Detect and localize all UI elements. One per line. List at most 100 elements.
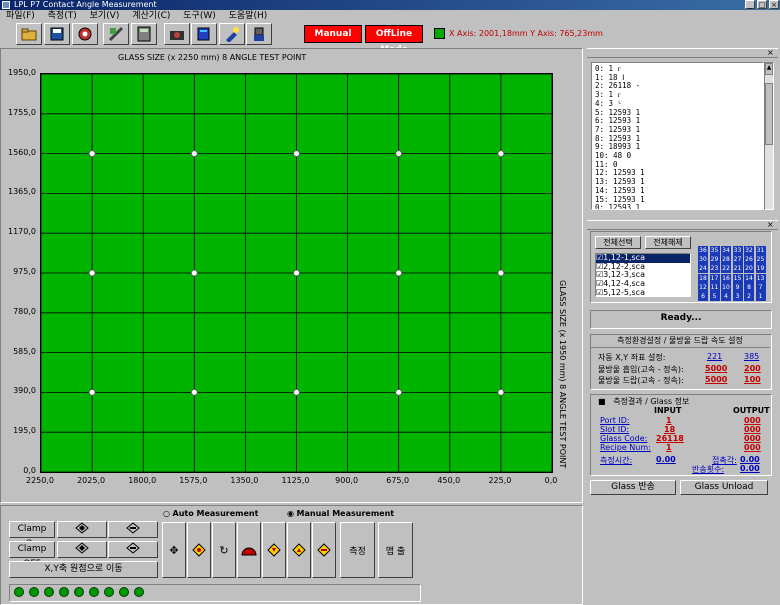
log-close-icon[interactable]: × (767, 48, 774, 57)
slot-number[interactable]: 4 (721, 292, 731, 301)
slot-number[interactable]: 33 (732, 246, 743, 255)
slot-number[interactable]: 34 (721, 246, 731, 255)
test-point[interactable] (293, 150, 300, 158)
test-point[interactable] (395, 269, 403, 277)
save-icon[interactable] (44, 23, 70, 45)
test-point[interactable] (395, 388, 403, 396)
manual-mode-button[interactable]: Manual (304, 25, 362, 43)
slot-number[interactable]: 23 (709, 264, 720, 274)
open-folder-icon[interactable] (16, 23, 42, 45)
slot-number[interactable]: 6 (698, 292, 708, 301)
y-setting-value[interactable]: 385 (744, 352, 759, 361)
drop-up-button[interactable] (312, 522, 336, 578)
test-point[interactable] (497, 388, 505, 396)
slot-number[interactable]: 9 (732, 282, 743, 292)
jog-down-button[interactable] (57, 541, 107, 558)
drop-in-low[interactable]: 200 (744, 364, 761, 373)
slot-number[interactable]: 3 (732, 292, 743, 301)
select-all-button[interactable]: 전체선택 (595, 236, 641, 249)
xy-move-button[interactable]: ✥ (162, 522, 186, 578)
slot-number[interactable]: 1 (755, 292, 766, 301)
slot-number[interactable]: 17 (709, 273, 720, 283)
slot-number[interactable]: 5 (709, 292, 720, 301)
calculator-icon[interactable] (131, 23, 157, 45)
drop-out-high[interactable]: 5000 (705, 375, 727, 384)
plot-area[interactable] (40, 73, 553, 473)
glass-return-button[interactable]: Glass 반송 (590, 480, 676, 495)
slot-number[interactable]: 21 (732, 264, 743, 274)
measure-button[interactable]: 측정 (340, 522, 375, 578)
clamp-on-button[interactable]: Clamp On (9, 521, 55, 549)
slot-number[interactable]: 11 (709, 282, 720, 292)
slot-number[interactable]: 8 (744, 282, 754, 292)
drop-in-high[interactable]: 5000 (705, 364, 727, 373)
test-point[interactable] (190, 269, 198, 277)
slot-item[interactable]: ☑5,12-5,sca (596, 288, 690, 296)
slot-number[interactable]: 29 (709, 255, 720, 265)
slot-number[interactable]: 20 (744, 264, 754, 274)
move-origin-button[interactable]: X,Y축 원점으로 이동 (9, 561, 158, 578)
test-point[interactable] (88, 269, 96, 277)
drop-out-button[interactable] (287, 522, 311, 578)
slot-number[interactable]: 26 (744, 255, 754, 265)
camera-icon[interactable] (164, 23, 190, 45)
offline-mode-button[interactable]: OffLine Mode (365, 25, 423, 55)
drop-in-button[interactable] (262, 522, 286, 578)
slot-list[interactable]: ☑1,12-1,sca ☑2,12-2,sca ☑3,12-3,sca ☑4,1… (595, 253, 691, 297)
jog-down-fast-button[interactable] (108, 541, 158, 558)
drop-position-button[interactable] (187, 522, 211, 578)
maximize-button[interactable]: □ (757, 0, 767, 9)
scroll-up-icon[interactable]: ▲ (765, 63, 773, 75)
slot-number[interactable]: 7 (755, 282, 766, 292)
slot-number[interactable]: 28 (721, 255, 731, 265)
log-scrollbar[interactable]: ▲ (764, 62, 774, 210)
scatter-plot[interactable] (41, 74, 552, 472)
drop-out-low[interactable]: 100 (744, 375, 761, 384)
slot-number[interactable]: 12 (698, 282, 708, 292)
slot-number[interactable]: 18 (698, 273, 708, 283)
slot-close-icon[interactable]: × (767, 220, 774, 229)
test-point[interactable] (497, 150, 505, 158)
menu-calculator[interactable]: 계산기(C) (132, 11, 170, 21)
clamp-off-button[interactable]: Clamp OFF (9, 541, 55, 569)
log-line[interactable]: 10: 48 0 (595, 151, 760, 161)
test-point[interactable] (497, 269, 505, 277)
test-point[interactable] (190, 150, 198, 158)
slot-number[interactable]: 13 (755, 273, 766, 283)
glass-unload-button[interactable]: Glass Unload (680, 480, 768, 495)
slot-number[interactable]: 2 (744, 292, 754, 301)
slot-number[interactable]: 30 (698, 255, 708, 265)
test-point[interactable] (293, 388, 300, 396)
log-line[interactable]: 0: 12593 1 (595, 204, 760, 209)
test-point[interactable] (88, 150, 96, 158)
menu-view[interactable]: 보기(V) (90, 11, 120, 21)
slot-number[interactable]: 10 (721, 282, 731, 292)
slot-number[interactable]: 15 (732, 273, 743, 283)
settings-icon[interactable] (72, 23, 98, 45)
test-point[interactable] (88, 388, 96, 396)
test-point[interactable] (190, 388, 198, 396)
slot-number[interactable]: 25 (755, 255, 766, 265)
slot-number[interactable]: 32 (744, 246, 754, 255)
manual-measure-radio[interactable]: ◉ Manual Measurement (287, 509, 394, 518)
angle-gauge-button[interactable] (237, 522, 261, 578)
test-point[interactable] (395, 150, 403, 158)
apply-button[interactable]: 맵 출 (378, 522, 413, 578)
slot-number[interactable]: 36 (698, 246, 708, 255)
close-button[interactable]: × (769, 0, 779, 9)
robot-icon[interactable] (246, 23, 272, 45)
slot-number[interactable]: 14 (744, 273, 754, 283)
auto-measure-radio[interactable]: ○ Auto Measurement (163, 509, 258, 518)
slot-number[interactable]: 24 (698, 264, 708, 274)
slot-number[interactable]: 35 (709, 246, 720, 255)
slot-number[interactable]: 31 (755, 246, 766, 255)
slot-number[interactable]: 27 (732, 255, 743, 265)
jog-up-button[interactable] (57, 521, 107, 538)
menu-measure[interactable]: 측정(T) (48, 11, 77, 21)
flashlight-icon[interactable] (219, 23, 245, 45)
rotate-button[interactable]: ↻ (212, 522, 236, 578)
slot-number[interactable]: 22 (721, 264, 731, 274)
book-icon[interactable] (191, 23, 217, 45)
scroll-thumb[interactable] (765, 83, 773, 145)
edit-icon[interactable] (103, 23, 129, 45)
